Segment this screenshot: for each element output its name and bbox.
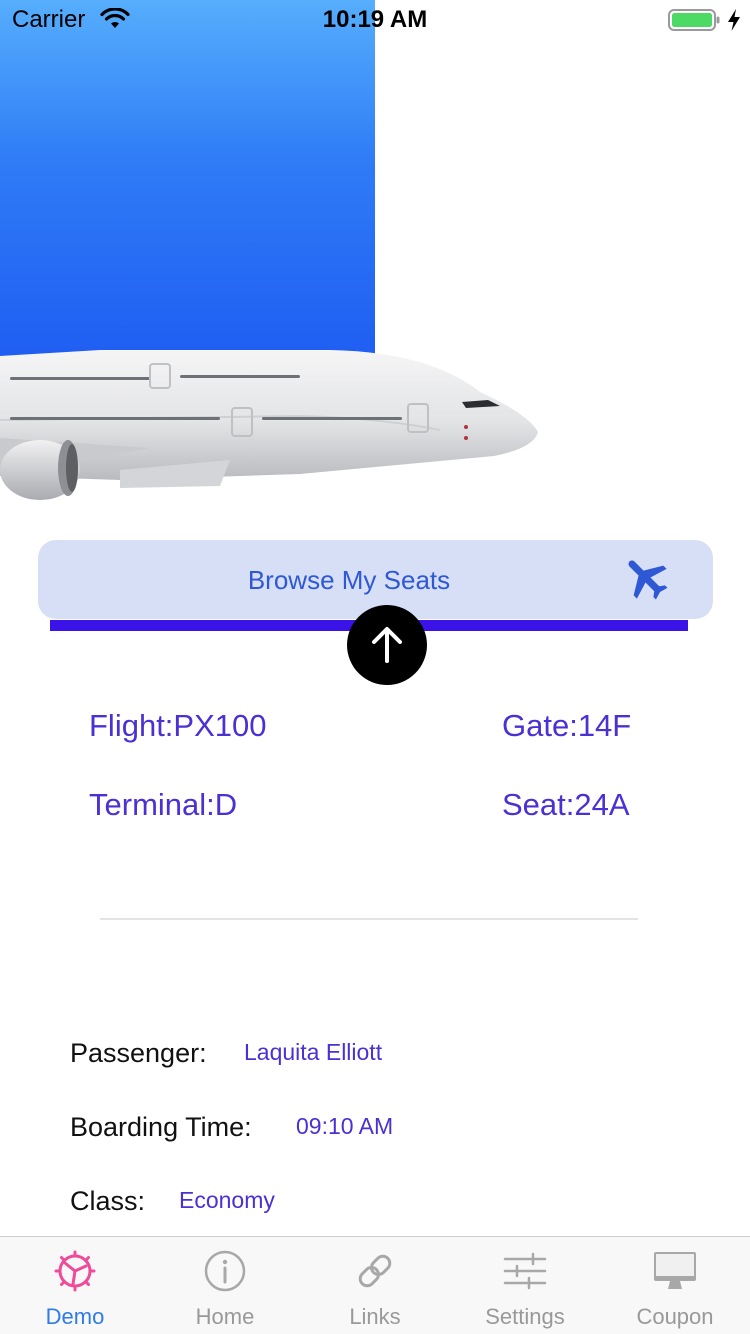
scroll-up-button[interactable] [347,605,427,685]
tab-settings[interactable]: Settings [450,1237,600,1334]
tab-coupon[interactable]: Coupon [600,1237,750,1334]
tab-demo-label: Demo [45,1304,105,1329]
arrow-up-icon [372,627,402,663]
tab-home-label: Home [195,1304,255,1329]
hero-gradient-panel [0,0,375,356]
tab-links[interactable]: Links [300,1237,450,1334]
status-time: 10:19 AM [322,6,428,33]
status-bar: Carrier 10:19 AM [0,0,750,40]
tab-demo[interactable]: Demo [0,1237,150,1334]
tab-bar: Demo Home Links Settings Coupon [0,1236,750,1334]
browse-seats-label: Browse My Seats [247,565,451,595]
class-label: Class: [70,1186,146,1216]
battery-icon [668,9,720,31]
class-value: Economy [179,1187,275,1213]
boarding-time-label: Boarding Time: [70,1112,252,1142]
flight-number: Flight:PX100 [89,708,267,743]
boarding-time-value: 09:10 AM [296,1113,394,1139]
passenger-name: Laquita Elliott [244,1039,383,1065]
tab-coupon-label: Coupon [636,1304,714,1329]
info-icon [204,1250,246,1292]
demo-icon [54,1250,96,1292]
tab-settings-label: Settings [485,1304,565,1329]
tab-home[interactable]: Home [150,1237,300,1334]
airplane-icon [628,560,668,600]
tab-links-label: Links [349,1304,401,1329]
terminal: Terminal:D [89,787,238,822]
charging-bolt-icon [728,9,740,31]
monitor-icon [654,1252,696,1289]
link-icon [358,1254,392,1288]
divider [100,918,638,920]
gate-number: Gate:14F [502,708,632,743]
sliders-icon [503,1252,547,1290]
airplane-image [0,350,538,500]
seat-number: Seat:24A [502,787,630,822]
passenger-label: Passenger: [70,1038,207,1068]
